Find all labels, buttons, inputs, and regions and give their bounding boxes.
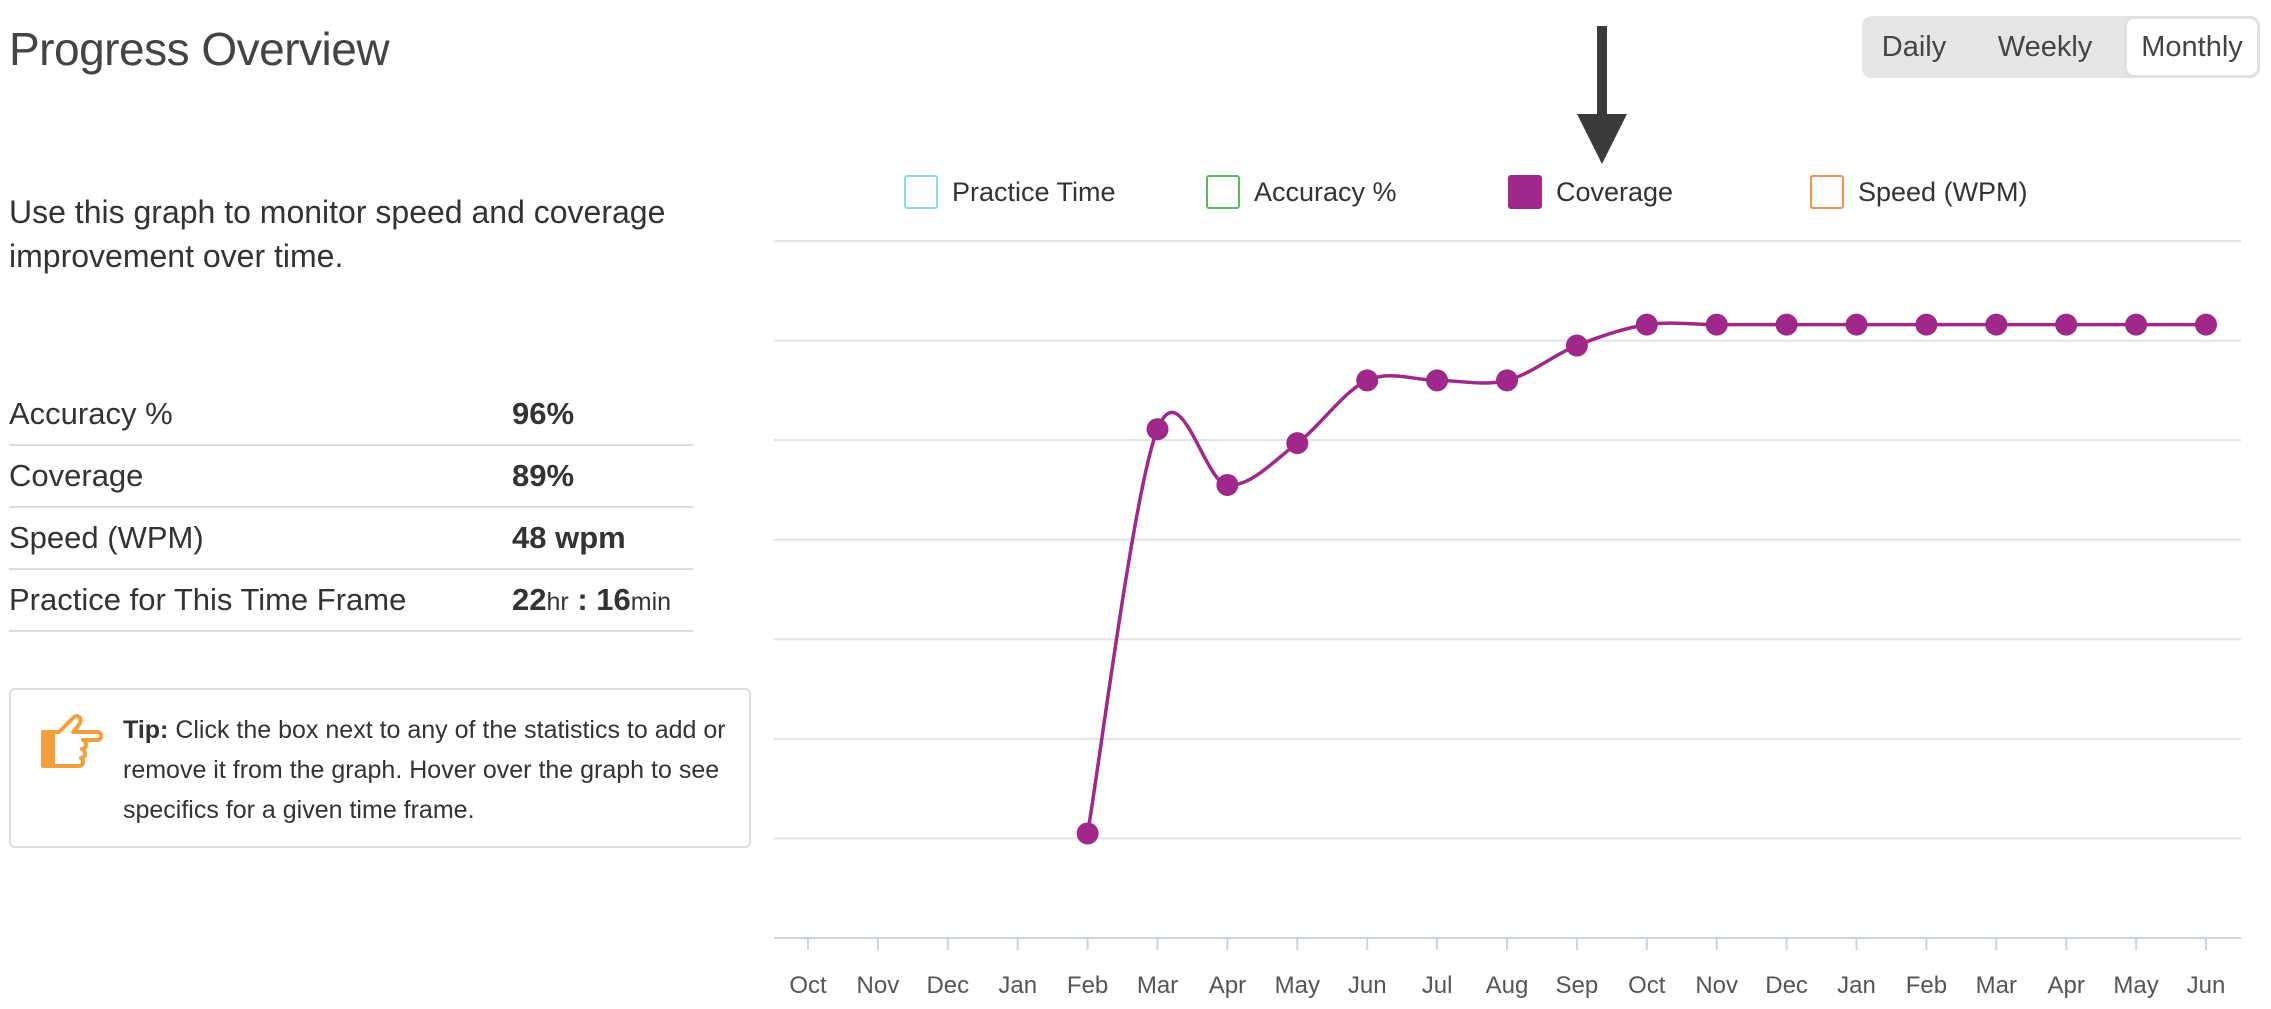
x-tick-label: Nov [857, 972, 900, 999]
coverage-line [1085, 321, 2206, 834]
x-tick-label: Aug [1486, 972, 1529, 999]
coverage-point [1216, 473, 1239, 496]
coverage-point [1985, 313, 2008, 336]
x-tick-label: Dec [1765, 972, 1808, 999]
coverage-point [1705, 313, 1728, 336]
x-tick-label: Apr [1209, 972, 1246, 999]
coverage-point [1286, 432, 1309, 455]
x-tick-label: Mar [1137, 972, 1178, 999]
x-tick-label: Feb [1906, 972, 1947, 999]
progress-chart[interactable]: Oct Nov Dec Jan Feb Mar Apr May Jun Jul Aug Sep Oct N… [0, 0, 2271, 1009]
x-tick-label: Oct [789, 972, 827, 999]
coverage-point [1146, 418, 1169, 441]
coverage-point [1356, 369, 1379, 392]
coverage-point [2125, 313, 2148, 336]
coverage-point [1775, 313, 1798, 336]
x-tick-label: Jan [1837, 972, 1876, 999]
coverage-point [1426, 369, 1449, 392]
coverage-point [1496, 369, 1518, 392]
x-tick-label: Jul [1422, 972, 1453, 999]
coverage-point [1565, 334, 1588, 357]
x-tick-label: Jun [1348, 972, 1387, 999]
x-tick-label: May [1275, 972, 1320, 999]
x-tick-label: Apr [2048, 972, 2085, 999]
x-tick-label: Feb [1067, 972, 1108, 999]
coverage-point [1915, 313, 1938, 336]
x-tick-label: Jun [2187, 972, 2226, 999]
coverage-point [1635, 313, 1658, 336]
x-tick-label: Nov [1695, 972, 1738, 999]
coverage-point [1845, 313, 1868, 336]
x-tick-label: Jan [998, 972, 1037, 999]
coverage-point [2055, 313, 2078, 336]
coverage-point [1076, 822, 1099, 845]
coverage-point [2195, 313, 2217, 336]
x-tick-label: Mar [1976, 972, 2017, 999]
x-tick-label: Dec [926, 972, 969, 999]
x-tick-label: Sep [1556, 972, 1599, 999]
x-tick-label: Oct [1628, 972, 1666, 999]
x-tick-label: May [2113, 972, 2158, 999]
